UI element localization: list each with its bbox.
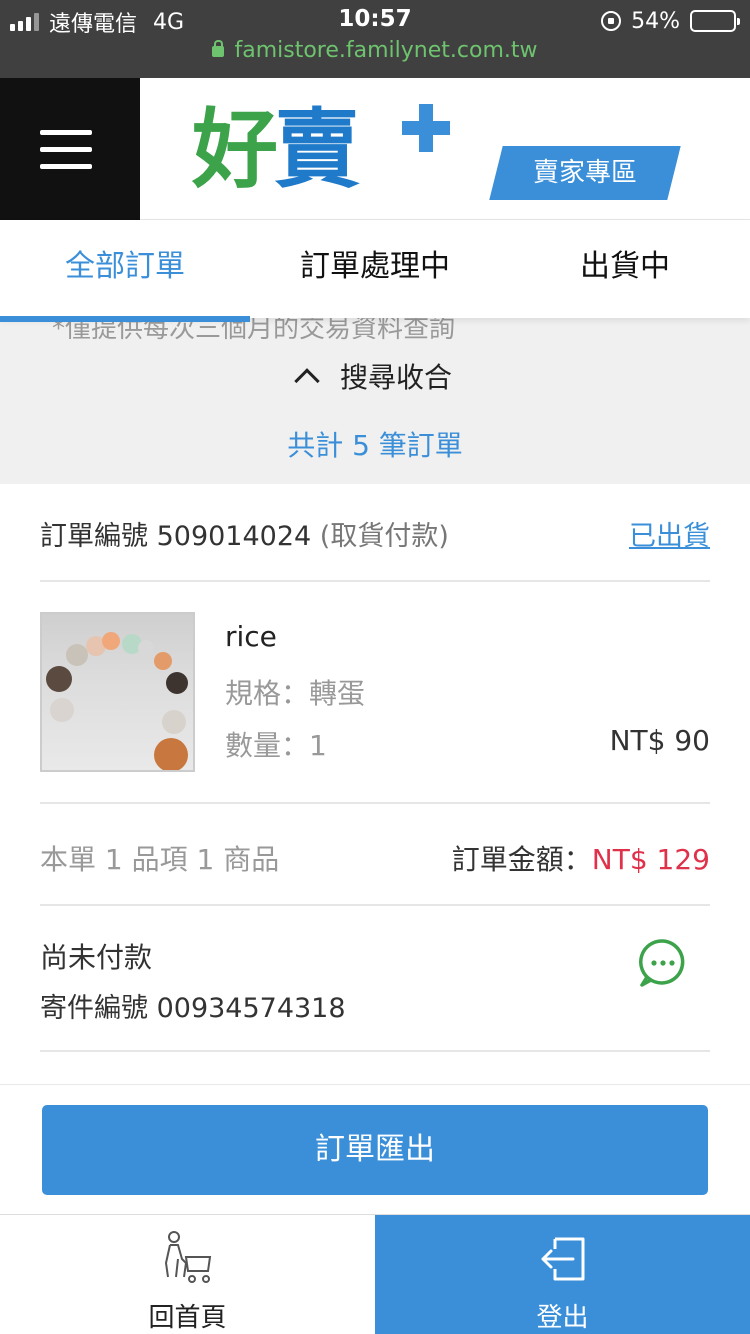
tracking-number: 寄件編號 00934574318 — [40, 993, 346, 1024]
logout-icon — [541, 1237, 584, 1281]
url-bar[interactable]: famistore.familynet.com.tw — [0, 38, 750, 72]
order-card: 訂單編號 509014024 (取貨付款) 已出貨 rice 規格：轉蛋 數量：… — [0, 484, 750, 1084]
status-right: 54% — [601, 7, 740, 35]
export-orders-button[interactable]: 訂單匯出 — [42, 1105, 708, 1195]
payment-type: (取貨付款) — [319, 521, 449, 552]
order-number-text: 訂單編號 509014024 — [40, 521, 312, 552]
export-section: 訂單匯出 — [0, 1084, 750, 1214]
divider — [40, 580, 710, 582]
logo-plus-icon — [402, 104, 450, 152]
divider — [40, 802, 710, 804]
product-price: NT$ 90 — [609, 724, 710, 757]
order-amount-value: NT$ 129 — [591, 843, 710, 876]
order-total-count: 共計 5 筆訂單 — [287, 429, 463, 462]
chevron-up-icon — [294, 368, 320, 394]
logout-nav-button[interactable]: 登出 — [375, 1215, 750, 1334]
order-amount-label: 訂單金額： — [451, 843, 592, 876]
collapse-search-button[interactable]: 搜尋收合 — [0, 356, 750, 396]
rotation-lock-icon — [601, 11, 622, 31]
secure-lock-icon — [212, 40, 225, 57]
order-status-link[interactable]: 已出貨 — [629, 514, 710, 553]
seller-zone-badge[interactable]: 賣家專區 — [489, 146, 681, 200]
status-bar: 遠傳電信 4G 10:57 54% famistore.familynet.co… — [0, 0, 750, 78]
tab-all-orders[interactable]: 全部訂單 — [0, 220, 250, 322]
home-nav-label: 回首頁 — [148, 1303, 227, 1333]
product-thumbnail[interactable] — [40, 612, 195, 772]
tab-processing[interactable]: 訂單處理中 — [250, 220, 500, 318]
search-summary: *僅提供每次三個月的交易資料查詢 搜尋收合 共計 5 筆訂單 — [0, 318, 750, 484]
collapse-label: 搜尋收合 — [339, 361, 452, 394]
battery-icon — [690, 10, 740, 32]
items-summary: 本單 1 品項 1 商品 — [40, 843, 280, 876]
tab-shipping[interactable]: 出貨中 — [500, 220, 750, 318]
product-spec: 規格：轉蛋 — [225, 677, 366, 710]
query-limit-note: *僅提供每次三個月的交易資料查詢 — [52, 318, 456, 344]
battery-percent: 54% — [631, 8, 680, 34]
order-tabs: 全部訂單 訂單處理中 出貨中 — [0, 220, 750, 322]
home-nav-button[interactable]: 回首頁 — [0, 1215, 375, 1334]
order-amount: 訂單金額：NT$ 129 — [452, 838, 710, 878]
chat-bubble-icon[interactable] — [638, 938, 688, 988]
site-header: 好賣 賣家專區 — [0, 78, 750, 220]
shopper-cart-icon — [164, 1231, 211, 1283]
divider — [40, 904, 710, 906]
product-name[interactable]: rice — [225, 620, 277, 653]
order-number: 訂單編號 509014024 (取貨付款) — [40, 514, 710, 553]
logo-text: 好賣 — [192, 100, 360, 200]
url-text: famistore.familynet.com.tw — [234, 38, 538, 63]
seller-zone-label: 賣家專區 — [532, 158, 637, 188]
payment-status: 尚未付款 — [40, 941, 153, 974]
bottom-nav: 回首頁 登出 — [0, 1214, 750, 1334]
site-logo[interactable]: 好賣 — [192, 100, 452, 200]
product-quantity: 數量：1 — [225, 729, 327, 762]
hamburger-menu-icon[interactable] — [0, 78, 140, 220]
logout-nav-label: 登出 — [536, 1303, 589, 1333]
divider — [40, 1050, 710, 1052]
